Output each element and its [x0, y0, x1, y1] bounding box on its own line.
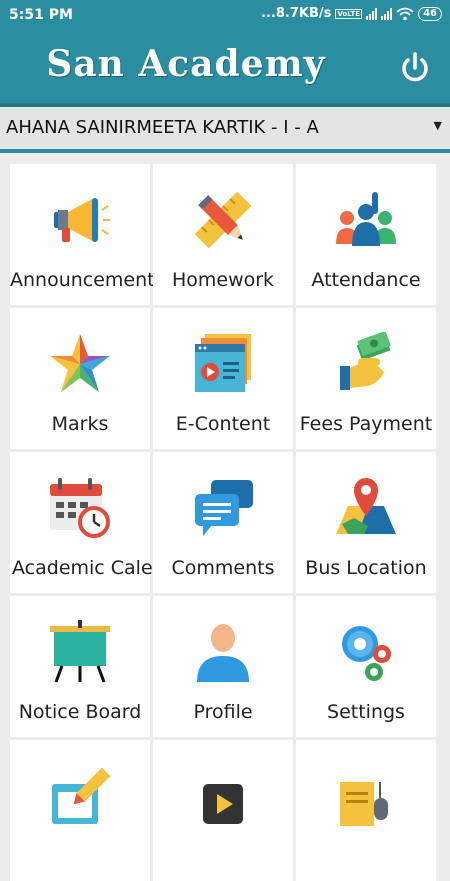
menu-tile-document[interactable]: [296, 740, 436, 881]
video-window-icon: [195, 334, 251, 392]
signal-icon: [366, 7, 378, 20]
gears-icon: [342, 626, 391, 681]
student-selector[interactable]: AHANA SAINIRMEETA KARTIK - I - A ▼: [0, 107, 450, 149]
menu-tile-homework[interactable]: Homework: [153, 164, 293, 305]
menu-tile-e-content[interactable]: E-Content: [153, 308, 293, 449]
menu-tile-academic-calendar[interactable]: Academic Calendar: [10, 452, 196, 593]
menu-grid: Announcement Homework Attendance Marks E…: [10, 164, 438, 881]
star-icon: [50, 334, 110, 392]
power-icon[interactable]: [398, 51, 432, 85]
network-speed: ...8.7KB/s: [261, 6, 332, 21]
calendar-clock-icon: [50, 478, 110, 538]
menu-tile-notice-board[interactable]: Notice Board: [10, 596, 150, 737]
board-icon: [50, 620, 110, 683]
menu-tile-profile[interactable]: Profile: [153, 596, 293, 737]
menu-label: Announcement: [10, 269, 155, 291]
raised-hand-group-icon: [336, 192, 396, 246]
volte-icon: VoLTE: [335, 8, 363, 19]
dropdown-arrow-icon[interactable]: ▼: [434, 119, 442, 132]
menu-tile-edit[interactable]: [10, 740, 150, 881]
menu-tile-comments[interactable]: Comments: [153, 452, 293, 593]
menu-tile-attendance[interactable]: Attendance: [296, 164, 436, 305]
menu-label: Settings: [327, 701, 405, 723]
signal-icon: [381, 7, 393, 20]
menu-label: Fees Payment: [299, 413, 433, 435]
menu-tile-bus-location[interactable]: Bus Location: [296, 452, 436, 593]
student-selector-value: AHANA SAINIRMEETA KARTIK - I - A: [6, 117, 319, 138]
status-bar: 5:51 PM ...8.7KB/s VoLTE 46: [0, 0, 450, 31]
selector-divider: [0, 149, 450, 153]
document-mouse-icon: [340, 782, 388, 826]
menu-label: Comments: [171, 557, 275, 579]
map-pin-icon: [336, 478, 396, 534]
menu-label: E-Content: [175, 413, 271, 435]
megaphone-icon: [54, 198, 110, 242]
media-player-icon: [203, 784, 243, 824]
menu-tile-fees-payment[interactable]: Fees Payment: [296, 308, 436, 449]
chat-bubbles-icon: [195, 480, 253, 536]
wifi-icon: [396, 7, 414, 20]
menu-tile-announcement[interactable]: Announcement: [10, 164, 155, 305]
menu-label: Attendance: [311, 269, 421, 291]
menu-label: Homework: [171, 269, 275, 291]
hand-money-icon: [340, 332, 391, 390]
menu-label: Marks: [51, 413, 109, 435]
menu-label: Bus Location: [305, 557, 427, 579]
menu-label: Profile: [193, 701, 253, 723]
battery-icon: 46: [418, 6, 442, 21]
status-icons: ...8.7KB/s VoLTE 46: [261, 6, 442, 21]
app-title: San Academy: [46, 43, 326, 85]
menu-tile-settings[interactable]: Settings: [296, 596, 436, 737]
pencil-ruler-icon: [194, 191, 252, 249]
edit-icon: [52, 767, 111, 824]
menu-label: Notice Board: [18, 701, 142, 723]
app-bar: San Academy: [0, 31, 450, 103]
menu-tile-marks[interactable]: Marks: [10, 308, 150, 449]
menu-tile-media[interactable]: [153, 740, 293, 881]
status-time: 5:51 PM: [9, 7, 73, 23]
user-icon: [197, 624, 249, 682]
